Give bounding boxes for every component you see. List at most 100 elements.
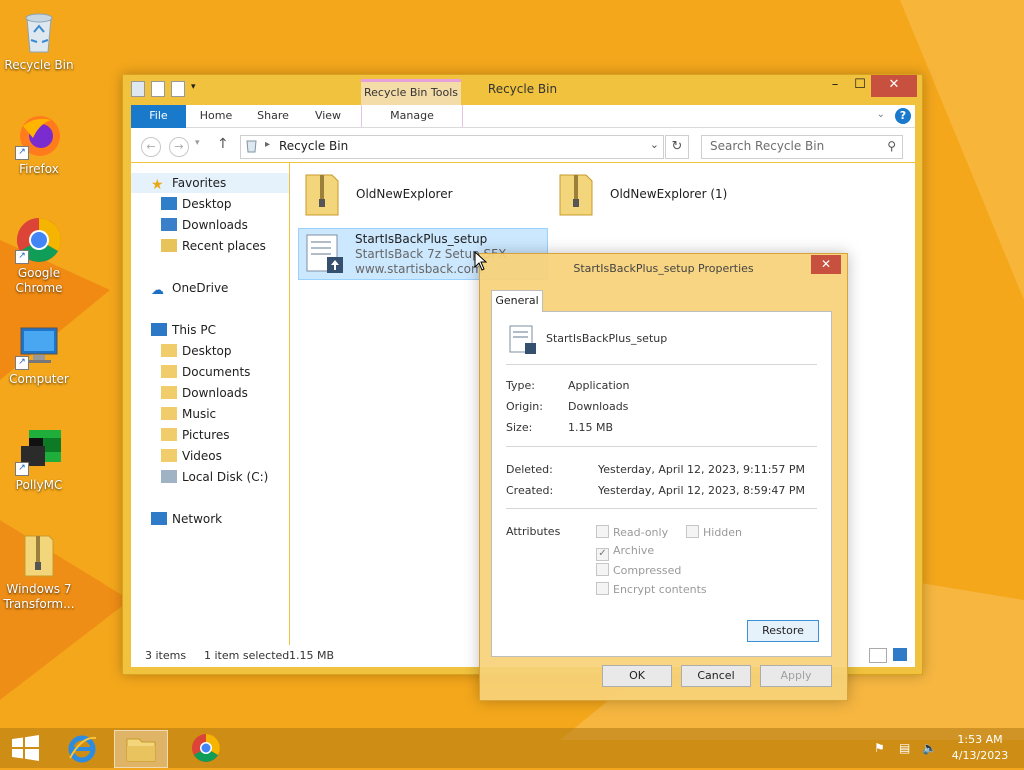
folder-icon	[161, 344, 177, 357]
desktop-icon-computer[interactable]: ↗ Computer	[1, 322, 77, 387]
divider	[506, 508, 817, 509]
recent-places-icon	[161, 239, 177, 252]
nav-network[interactable]: Network	[151, 509, 222, 529]
breadcrumb-separator-icon: ▸	[265, 139, 271, 150]
desktop-icon-pollymc[interactable]: ↗ PollyMC	[1, 428, 77, 493]
nav-documents[interactable]: Documents	[161, 362, 250, 382]
file-name: StartIsBackPlus_setup	[355, 232, 488, 246]
checkbox-box	[596, 525, 609, 538]
desktop-icon-chrome[interactable]: ↗ Google Chrome	[1, 216, 77, 296]
nav-label: Local Disk (C:)	[182, 470, 269, 484]
refresh-button[interactable]: ↻	[665, 135, 689, 159]
selection-count: 1 item selected	[204, 649, 290, 662]
file-name: OldNewExplorer	[356, 187, 453, 201]
nav-local-disk[interactable]: Local Disk (C:)	[161, 467, 268, 487]
nav-videos[interactable]: Videos	[161, 446, 222, 466]
nav-label: Pictures	[182, 428, 230, 442]
recent-locations-icon[interactable]: ▾	[195, 138, 200, 148]
hidden-checkbox[interactable]: Hidden	[686, 525, 742, 539]
start-button[interactable]	[0, 730, 52, 766]
list-item[interactable]: OldNewExplorer	[304, 173, 524, 223]
ribbon-expand-icon[interactable]: ⌄	[877, 109, 885, 120]
file-name-field[interactable]: StartIsBackPlus_setup	[546, 332, 667, 345]
shortcut-arrow-icon: ↗	[15, 356, 29, 370]
mouse-cursor-icon	[474, 251, 488, 271]
item-count: 3 items	[145, 649, 187, 662]
nav-pictures[interactable]: Pictures	[161, 425, 230, 445]
desktop-icon-windows7-transform[interactable]: Windows 7 Transform...	[1, 532, 77, 612]
search-input[interactable]: Search Recycle Bin ⚲	[701, 135, 903, 159]
desktop-icon-label: Windows 7 Transform...	[3, 582, 75, 611]
address-bar[interactable]: ▸ Recycle Bin ⌄	[240, 135, 664, 159]
type-value: Application	[568, 379, 630, 392]
nav-this-pc[interactable]: This PC	[151, 320, 216, 340]
close-button[interactable]: ✕	[871, 75, 917, 97]
nav-favorites[interactable]: ★ Favorites	[131, 173, 289, 193]
folder-icon	[126, 738, 156, 762]
tab-manage[interactable]: Manage	[361, 105, 463, 127]
compressed-checkbox[interactable]: Compressed	[596, 563, 681, 577]
restore-button[interactable]: Restore	[747, 620, 819, 642]
nav-recent-places[interactable]: Recent places	[161, 236, 266, 256]
action-center-flag-icon[interactable]: ⚑	[874, 741, 888, 755]
large-icons-view-icon[interactable]	[893, 648, 907, 661]
tab-view[interactable]: View	[307, 105, 349, 127]
checkbox-box	[596, 582, 609, 595]
network-status-icon[interactable]: ▤	[899, 741, 913, 755]
up-button[interactable]: ↑	[217, 136, 229, 152]
tab-general[interactable]: General	[491, 290, 543, 312]
divider	[506, 364, 817, 365]
shortcut-arrow-icon: ↗	[15, 462, 29, 476]
taskbar-file-explorer[interactable]	[114, 730, 168, 768]
folder-icon	[161, 428, 177, 441]
type-label: Type:	[506, 379, 535, 392]
readonly-checkbox[interactable]: Read-only	[596, 525, 668, 539]
nav-pc-downloads[interactable]: Downloads	[161, 383, 248, 403]
nav-downloads[interactable]: Downloads	[161, 215, 248, 235]
dialog-close-button[interactable]: ✕	[811, 255, 841, 274]
tab-share[interactable]: Share	[251, 105, 295, 127]
title-bar[interactable]: ▾ Recycle Bin Tools Recycle Bin – ☐ ✕	[123, 75, 922, 106]
general-panel: StartIsBackPlus_setup Type: Application …	[491, 311, 832, 657]
nav-label: Downloads	[182, 386, 248, 400]
address-dropdown-icon[interactable]: ⌄	[650, 138, 659, 151]
downloads-icon	[161, 218, 177, 231]
details-view-icon[interactable]	[869, 648, 887, 663]
help-icon[interactable]: ?	[895, 108, 911, 124]
volume-muted-icon[interactable]: 🔈	[922, 741, 937, 755]
tab-home[interactable]: Home	[193, 105, 239, 127]
list-item[interactable]: OldNewExplorer (1)	[558, 173, 778, 223]
installer-icon	[306, 234, 343, 273]
size-value: 1.15 MB	[568, 421, 614, 434]
folder-icon	[161, 449, 177, 462]
properties-dialog[interactable]: StartIsBackPlus_setup Properties ✕ Gener…	[479, 253, 848, 701]
nav-music[interactable]: Music	[161, 404, 216, 424]
clock-time[interactable]: 1:53 AM	[946, 733, 1014, 746]
search-placeholder: Search Recycle Bin	[710, 139, 825, 153]
attributes-label: Attributes	[506, 525, 561, 538]
breadcrumb[interactable]: Recycle Bin	[279, 139, 348, 153]
drive-icon	[161, 470, 177, 483]
shortcut-arrow-icon: ↗	[15, 146, 29, 160]
cancel-button[interactable]: Cancel	[681, 665, 751, 687]
clock-date[interactable]: 4/13/2023	[946, 749, 1014, 762]
back-button[interactable]: ←	[141, 137, 161, 157]
nav-desktop[interactable]: Desktop	[161, 194, 232, 214]
nav-onedrive[interactable]: ☁ OneDrive	[151, 278, 228, 298]
origin-value: Downloads	[568, 400, 629, 413]
taskbar-internet-explorer[interactable]	[56, 730, 108, 766]
encrypt-checkbox[interactable]: Encrypt contents	[596, 582, 707, 596]
archive-checkbox[interactable]: ✓ Archive	[596, 544, 654, 561]
desktop-icon-firefox[interactable]: ↗ Firefox	[1, 112, 77, 177]
size-label: Size:	[506, 421, 533, 434]
apply-button[interactable]: Apply	[760, 665, 832, 687]
ok-button[interactable]: OK	[602, 665, 672, 687]
file-company: www.startisback.com	[355, 262, 483, 276]
forward-button[interactable]: →	[169, 137, 189, 157]
nav-pc-desktop[interactable]: Desktop	[161, 341, 232, 361]
nav-label: Favorites	[172, 176, 227, 190]
desktop-icon-recycle-bin[interactable]: Recycle Bin	[1, 8, 77, 73]
cloud-icon: ☁	[151, 283, 164, 298]
zip-folder-icon	[559, 174, 593, 216]
taskbar-chrome[interactable]	[180, 730, 232, 766]
